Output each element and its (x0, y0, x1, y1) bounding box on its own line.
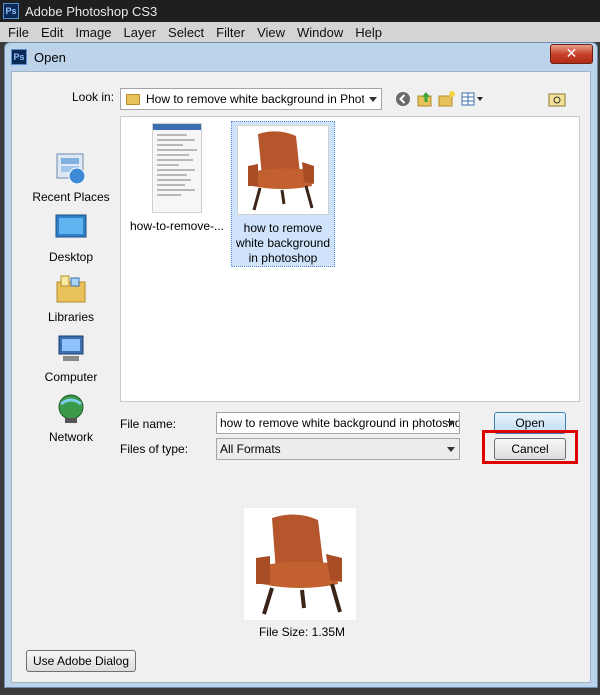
file-size: File Size: 1.35M (258, 625, 346, 639)
file-list[interactable]: how-to-remove-... how to remove white ba… (120, 116, 580, 402)
new-folder-icon[interactable] (438, 90, 456, 108)
dialog-body: Look in: How to remove white background … (11, 71, 591, 683)
chevron-down-icon (447, 447, 455, 452)
place-label: Network (48, 430, 93, 444)
libraries-icon (53, 272, 89, 306)
photoshop-icon: Ps (11, 49, 27, 65)
place-label: Recent Places (32, 190, 110, 204)
menu-layer[interactable]: Layer (118, 25, 163, 40)
document-thumbnail-icon (152, 123, 202, 213)
files-of-type-value: All Formats (220, 442, 281, 456)
place-label: Libraries (47, 310, 95, 324)
open-dialog: Ps Open ✕ Look in: How to remove white b… (4, 42, 598, 688)
menu-file[interactable]: File (2, 25, 35, 40)
menu-help[interactable]: Help (349, 25, 388, 40)
look-in-value: How to remove white background in Photos… (146, 92, 364, 106)
menu-window[interactable]: Window (291, 25, 349, 40)
file-name-input[interactable]: how to remove white background in photos… (216, 412, 460, 434)
app-title: Adobe Photoshop CS3 (25, 3, 158, 19)
files-of-type-dropdown[interactable]: All Formats (216, 438, 460, 460)
file-item-selected[interactable]: how to remove white background in photos… (231, 121, 335, 267)
file-label: how-to-remove-... (129, 219, 225, 233)
place-desktop[interactable]: Desktop (26, 212, 116, 264)
menu-bar: File Edit Image Layer Select Filter View… (0, 22, 600, 42)
place-libraries[interactable]: Libraries (26, 272, 116, 324)
taskbar-strip (0, 688, 600, 695)
look-in-dropdown[interactable]: How to remove white background in Photos… (120, 88, 382, 110)
menu-image[interactable]: Image (69, 25, 117, 40)
close-button[interactable]: ✕ (550, 44, 593, 64)
dialog-titlebar: Ps Open ✕ (5, 43, 597, 71)
files-of-type-label: Files of type: (120, 442, 189, 456)
use-adobe-dialog-button[interactable]: Use Adobe Dialog (26, 650, 136, 672)
look-in-label: Look in: (72, 90, 115, 104)
app-titlebar: Ps Adobe Photoshop CS3 (0, 0, 600, 22)
folder-icon (126, 93, 140, 105)
place-recent-places[interactable]: Recent Places (26, 152, 116, 204)
cancel-button[interactable]: Cancel (494, 438, 566, 460)
up-folder-icon[interactable] (416, 90, 434, 108)
desktop-icon (53, 212, 89, 246)
photoshop-logo-icon: Ps (3, 3, 19, 19)
file-name-label: File name: (120, 417, 177, 431)
preview-image (244, 508, 356, 620)
computer-icon (53, 332, 89, 366)
view-menu-icon[interactable] (460, 90, 486, 108)
network-icon (53, 392, 89, 426)
dialog-title: Open (34, 49, 66, 65)
chevron-down-icon (447, 421, 455, 426)
back-icon[interactable] (394, 90, 412, 108)
file-item[interactable]: how-to-remove-... (127, 123, 227, 235)
folder-settings-icon[interactable] (548, 90, 566, 108)
chair-thumbnail-icon (237, 125, 329, 215)
place-network[interactable]: Network (26, 392, 116, 444)
file-label: how to remove white background in photos… (235, 221, 331, 265)
place-label: Desktop (48, 250, 94, 264)
menu-select[interactable]: Select (162, 25, 210, 40)
file-name-value: how to remove white background in photos… (220, 416, 460, 430)
chair-preview-icon (256, 514, 342, 615)
recent-places-icon (53, 152, 89, 186)
menu-edit[interactable]: Edit (35, 25, 69, 40)
place-computer[interactable]: Computer (26, 332, 116, 384)
chevron-down-icon (369, 97, 377, 102)
place-label: Computer (44, 370, 98, 384)
menu-view[interactable]: View (251, 25, 291, 40)
menu-filter[interactable]: Filter (210, 25, 251, 40)
